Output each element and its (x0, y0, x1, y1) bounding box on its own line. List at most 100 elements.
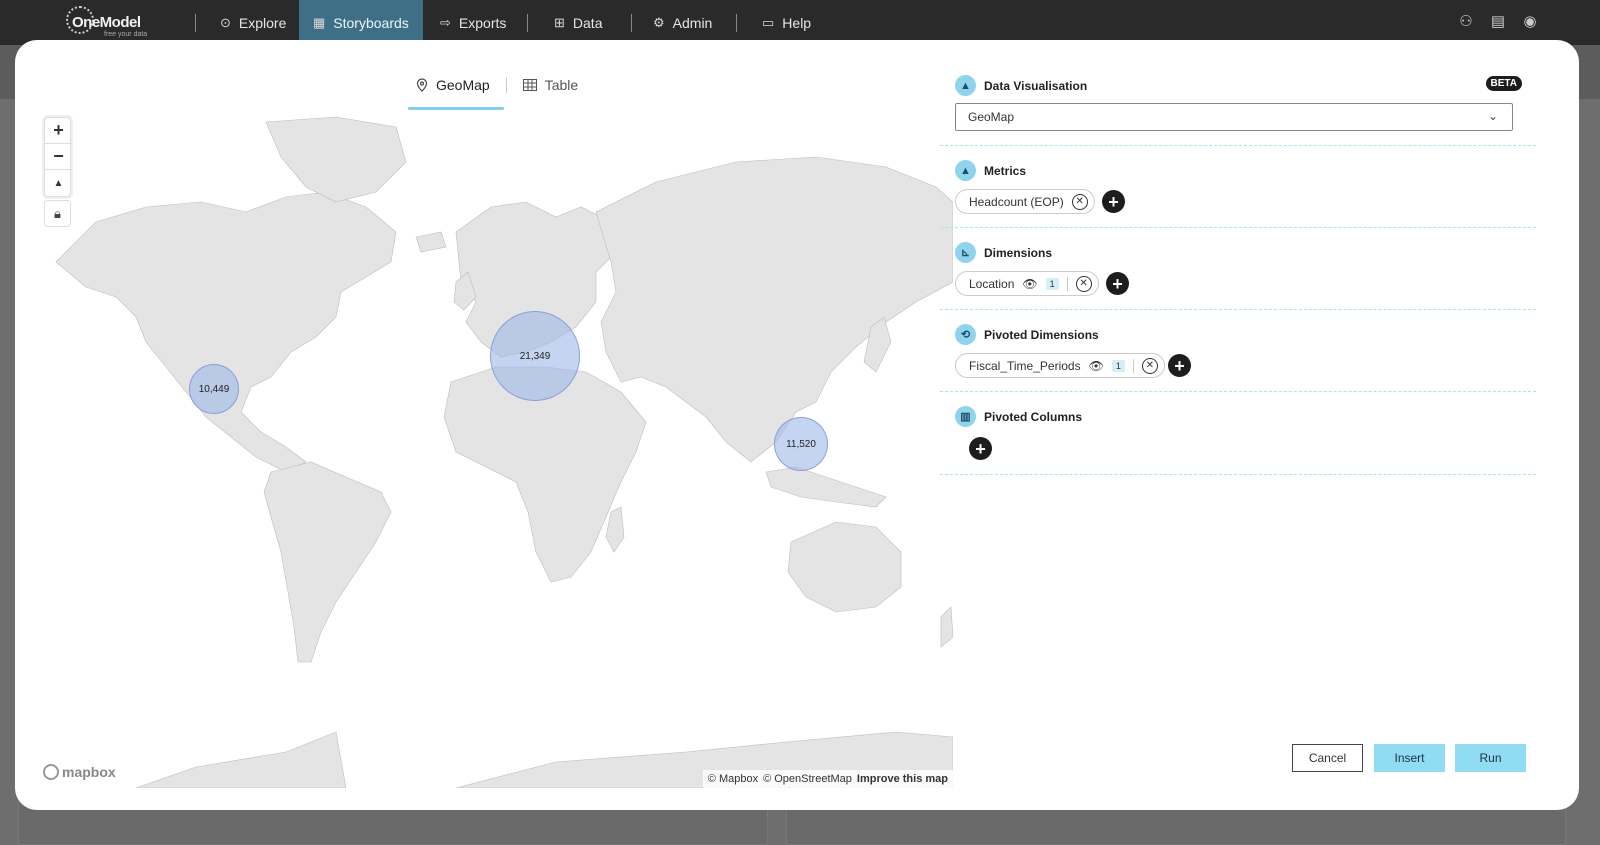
pivoted-dimension-count-badge: 1 (1111, 359, 1125, 372)
pivoted-dimension-chip[interactable]: Fiscal_Time_Periods 👁︎ 1 ✕ (955, 353, 1165, 378)
columns-icon: ▥ (955, 406, 976, 427)
pivoted-columns-section: ▥ Pivoted Columns + (940, 392, 1536, 475)
run-button[interactable]: Run (1455, 744, 1526, 772)
remove-metric-icon[interactable]: ✕ (1071, 193, 1088, 210)
logo-tagline: free your data (104, 31, 148, 38)
add-metric-button[interactable]: + (1102, 190, 1125, 213)
dimensions-icon: ⊾ (955, 242, 976, 263)
metrics-section: ▲ Metrics Headcount (EOP) ✕ + (940, 146, 1536, 228)
dimensions-title: Dimensions (984, 245, 1053, 260)
pivoted-dimensions-heading: ⟲ Pivoted Dimensions (955, 324, 1099, 345)
map-cluster[interactable]: 11,520 (774, 417, 828, 471)
australia-landmass (787, 521, 902, 613)
nav-admin[interactable]: ⚙ Admin (639, 0, 726, 45)
pivoted-dimensions-section: ⟲ Pivoted Dimensions Fiscal_Time_Periods… (940, 310, 1536, 392)
nav-divider (527, 14, 528, 32)
indonesia-landmass (765, 466, 887, 508)
metric-chip-label: Headcount (EOP) (969, 194, 1064, 209)
top-navigation: OneModel free your data ⊙ Explore ▦ Stor… (0, 0, 1600, 45)
remove-dimension-icon[interactable]: ✕ (1075, 275, 1092, 292)
metrics-title: Metrics (984, 163, 1027, 178)
export-icon: ⇨ (440, 14, 451, 30)
nav-divider (736, 14, 737, 32)
map-cluster[interactable]: 10,449 (189, 364, 239, 414)
nav-data[interactable]: ⊞ Data (540, 0, 616, 45)
greenland-landmass (265, 116, 407, 203)
remove-pivoted-dimension-icon[interactable]: ✕ (1141, 357, 1158, 374)
dimension-chip[interactable]: Location 👁︎ 1 ✕ (955, 271, 1099, 296)
chip-divider (1066, 276, 1068, 291)
cancel-button[interactable]: Cancel (1292, 744, 1363, 772)
metric-chip[interactable]: Headcount (EOP) ✕ (955, 189, 1095, 214)
mapbox-logo[interactable]: mapbox (43, 764, 116, 780)
nav-exports[interactable]: ⇨ Exports (426, 0, 520, 45)
attribution-osm-link[interactable]: © OpenStreetMap (763, 773, 852, 785)
south-america-landmass (263, 461, 392, 663)
nav-divider (195, 14, 196, 32)
zoom-controls: + − ▲ (44, 117, 72, 197)
add-pivoted-dimension-button[interactable]: + (1168, 354, 1191, 377)
user-icon[interactable]: ◉ (1520, 12, 1540, 32)
asia-landmass (595, 156, 953, 463)
nav-help[interactable]: ▭ Help (748, 0, 825, 45)
help-icon: ▭ (762, 14, 775, 30)
nav-storyboards-label: Storyboards (333, 14, 409, 31)
north-america-landmass (55, 191, 397, 473)
nav-storyboards[interactable]: ▦ Storyboards (299, 0, 423, 45)
pivoted-columns-title: Pivoted Columns (984, 409, 1083, 424)
data-icon: ⊞ (554, 14, 565, 30)
tab-geomap[interactable]: GeoMap (400, 70, 506, 110)
onemodel-logo[interactable]: OneModel free your data (66, 6, 166, 40)
pivot-icon: ⟲ (955, 324, 976, 345)
compass-reset-button[interactable]: ▲ (45, 170, 72, 196)
visualisation-select[interactable]: GeoMap ⌄ (955, 103, 1513, 131)
add-pivoted-column-button[interactable]: + (969, 437, 992, 460)
madagascar-landmass (605, 506, 625, 553)
tab-table[interactable]: Table (507, 70, 594, 110)
storyboard-icon: ▦ (313, 14, 326, 30)
add-dimension-button[interactable]: + (1106, 272, 1129, 295)
table-icon (522, 79, 537, 91)
nav-divider (631, 14, 632, 32)
improve-map-link[interactable]: Improve this map (857, 773, 948, 785)
nav-explore[interactable]: ⊙ Explore (206, 0, 300, 45)
nav-exports-label: Exports (458, 14, 507, 31)
pivoted-columns-heading: ▥ Pivoted Columns (955, 406, 1082, 427)
map-pin-icon (416, 78, 428, 92)
lock-map-button[interactable]: 🔒︎ (44, 200, 71, 227)
map-attribution: © Mapbox © OpenStreetMap Improve this ma… (702, 770, 953, 788)
attribution-mapbox-link[interactable]: © Mapbox (708, 773, 758, 785)
data-visualisation-heading: ▲ Data Visualisation (955, 75, 1087, 96)
beta-badge: BETA (1485, 76, 1522, 91)
map-cluster-label: 21,349 (519, 350, 551, 362)
insert-button[interactable]: Insert (1374, 744, 1445, 772)
visualisation-modal: GeoMap Table + − ▲ 🔒︎ 10,449 21,349 11,5… (15, 40, 1579, 810)
calendar-icon[interactable]: ▤ (1488, 12, 1508, 32)
metrics-icon: ▲ (955, 160, 976, 181)
nav-help-label: Help (782, 14, 812, 31)
zoom-out-button[interactable]: − (45, 144, 72, 170)
map-cluster[interactable]: 21,349 (490, 311, 580, 401)
nav-data-label: Data (572, 14, 603, 31)
tab-table-label: Table (544, 77, 579, 93)
view-tabs: GeoMap Table (400, 70, 594, 110)
gear-icon: ⚙ (653, 14, 665, 30)
eye-icon[interactable]: 👁︎ (1022, 277, 1037, 291)
eye-icon[interactable]: 👁︎ (1089, 359, 1104, 373)
chevron-down-icon: ⌄ (1487, 109, 1498, 123)
tab-geomap-label: GeoMap (436, 77, 490, 93)
mapbox-logo-icon (43, 764, 59, 780)
nav-explore-label: Explore (238, 14, 287, 31)
config-panel: ▲ Data Visualisation BETA GeoMap ⌄ ▲ Met… (940, 40, 1550, 810)
pivoted-dimensions-title: Pivoted Dimensions (984, 327, 1099, 342)
mapbox-logo-text: mapbox (62, 764, 116, 780)
metrics-heading: ▲ Metrics (955, 160, 1026, 181)
chart-icon: ▲ (955, 75, 976, 96)
geo-map[interactable]: + − ▲ 🔒︎ 10,449 21,349 11,520 mapbox © M… (36, 112, 953, 788)
compass-icon: ⊙ (220, 14, 231, 30)
org-chart-icon[interactable]: ⚇ (1456, 12, 1476, 32)
dimensions-section: ⊾ Dimensions Location 👁︎ 1 ✕ + (940, 228, 1536, 310)
data-visualisation-section: ▲ Data Visualisation BETA GeoMap ⌄ (940, 70, 1536, 146)
visualisation-select-value: GeoMap (968, 110, 1015, 124)
zoom-in-button[interactable]: + (45, 118, 72, 144)
